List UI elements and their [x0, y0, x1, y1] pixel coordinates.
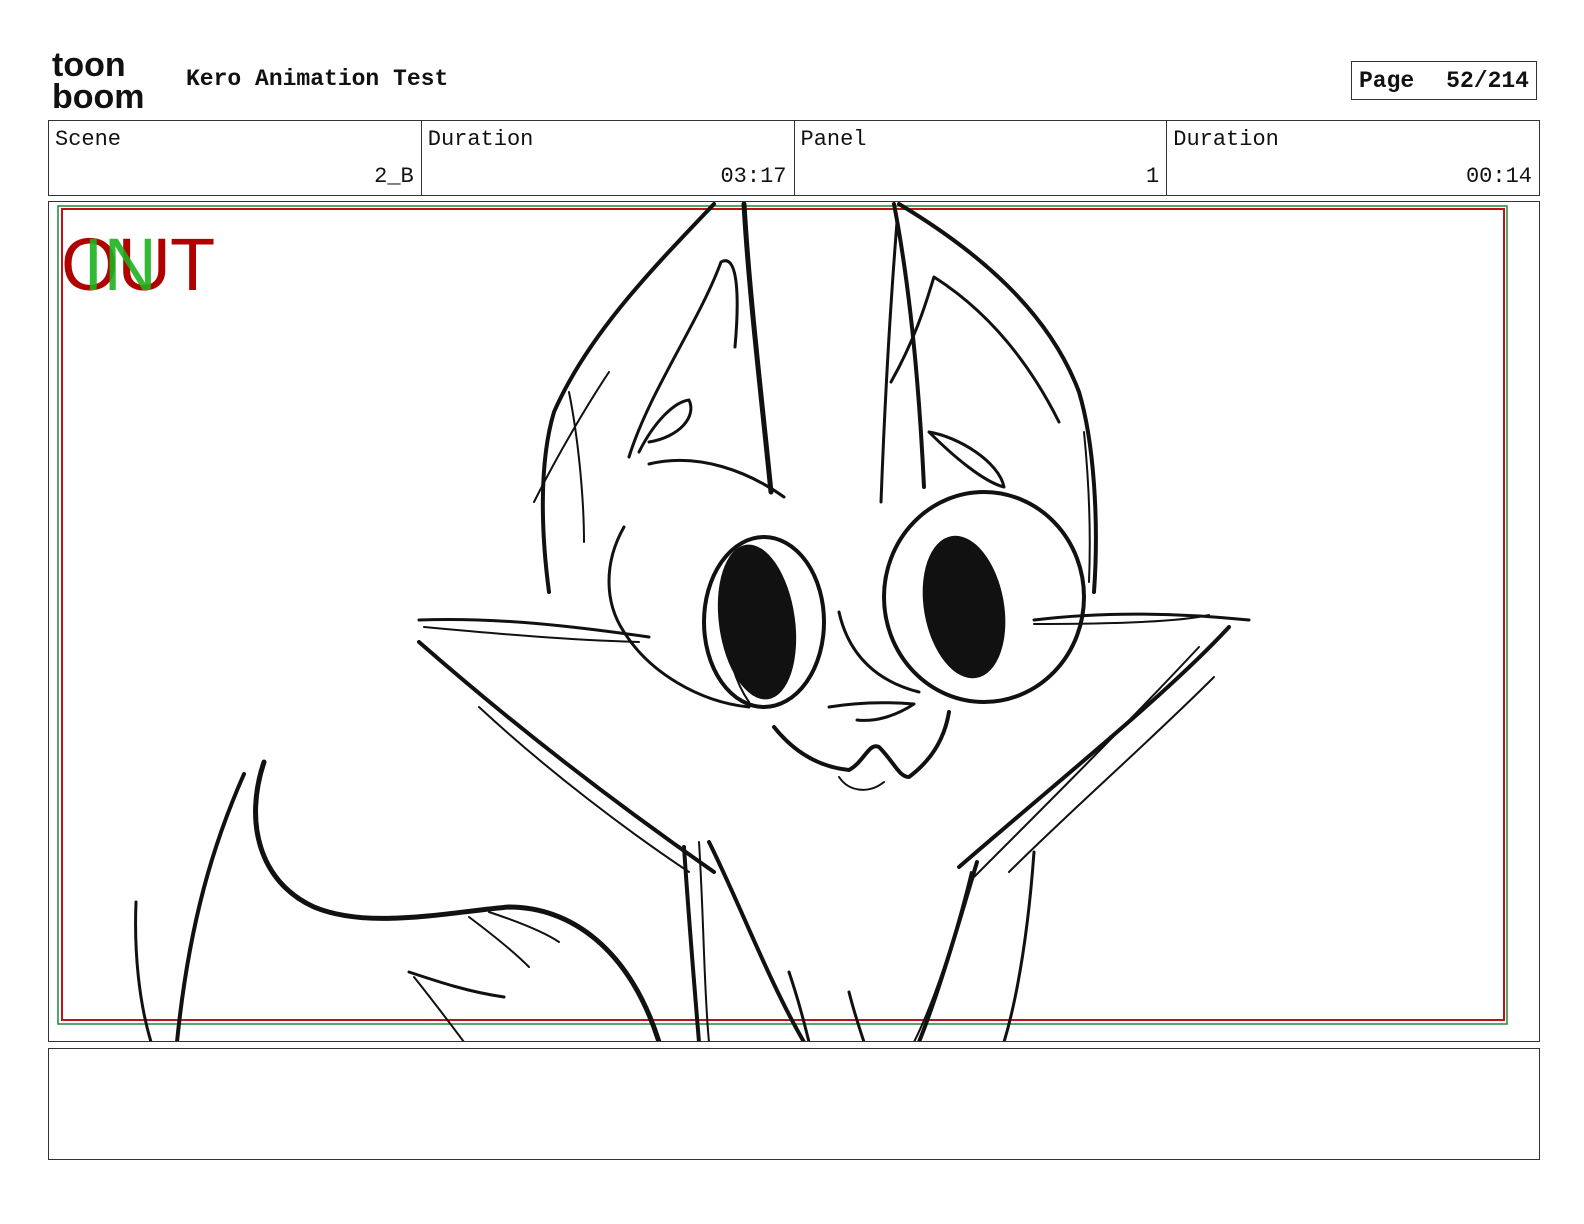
panel-duration-cell: Duration 00:14	[1167, 121, 1539, 195]
panel-duration-label: Duration	[1173, 127, 1279, 152]
project-title: Kero Animation Test	[186, 66, 449, 92]
panel-notes-box	[48, 1048, 1540, 1160]
toon-boom-logo: toon boom	[52, 46, 164, 116]
panel-sketch	[57, 202, 1508, 1041]
panel-cell: Panel 1	[795, 121, 1168, 195]
field-in-label: IN	[83, 223, 157, 306]
scene-value: 2_B	[374, 164, 414, 189]
page-indicator: Page 52/214	[1351, 61, 1537, 100]
character-sketch	[134, 202, 1251, 1041]
scene-duration-value: 03:17	[720, 164, 787, 189]
page-label: Page	[1359, 67, 1415, 94]
scene-duration-label: Duration	[427, 127, 534, 152]
scene-info-table: Scene 2_B Duration 03:17 Panel 1 Duratio…	[48, 120, 1540, 196]
scene-duration-cell: Duration 03:17	[422, 121, 795, 195]
panel-value: 1	[1146, 164, 1160, 189]
panel-label: Panel	[800, 127, 867, 152]
panel-duration-value: 00:14	[1465, 164, 1532, 189]
scene-label: Scene	[55, 127, 122, 152]
storyboard-panel: OUT IN	[48, 201, 1540, 1042]
logo-text-bottom: boom	[52, 78, 145, 112]
scene-cell: Scene 2_B	[49, 121, 422, 195]
page-number: 52/214	[1446, 67, 1529, 94]
